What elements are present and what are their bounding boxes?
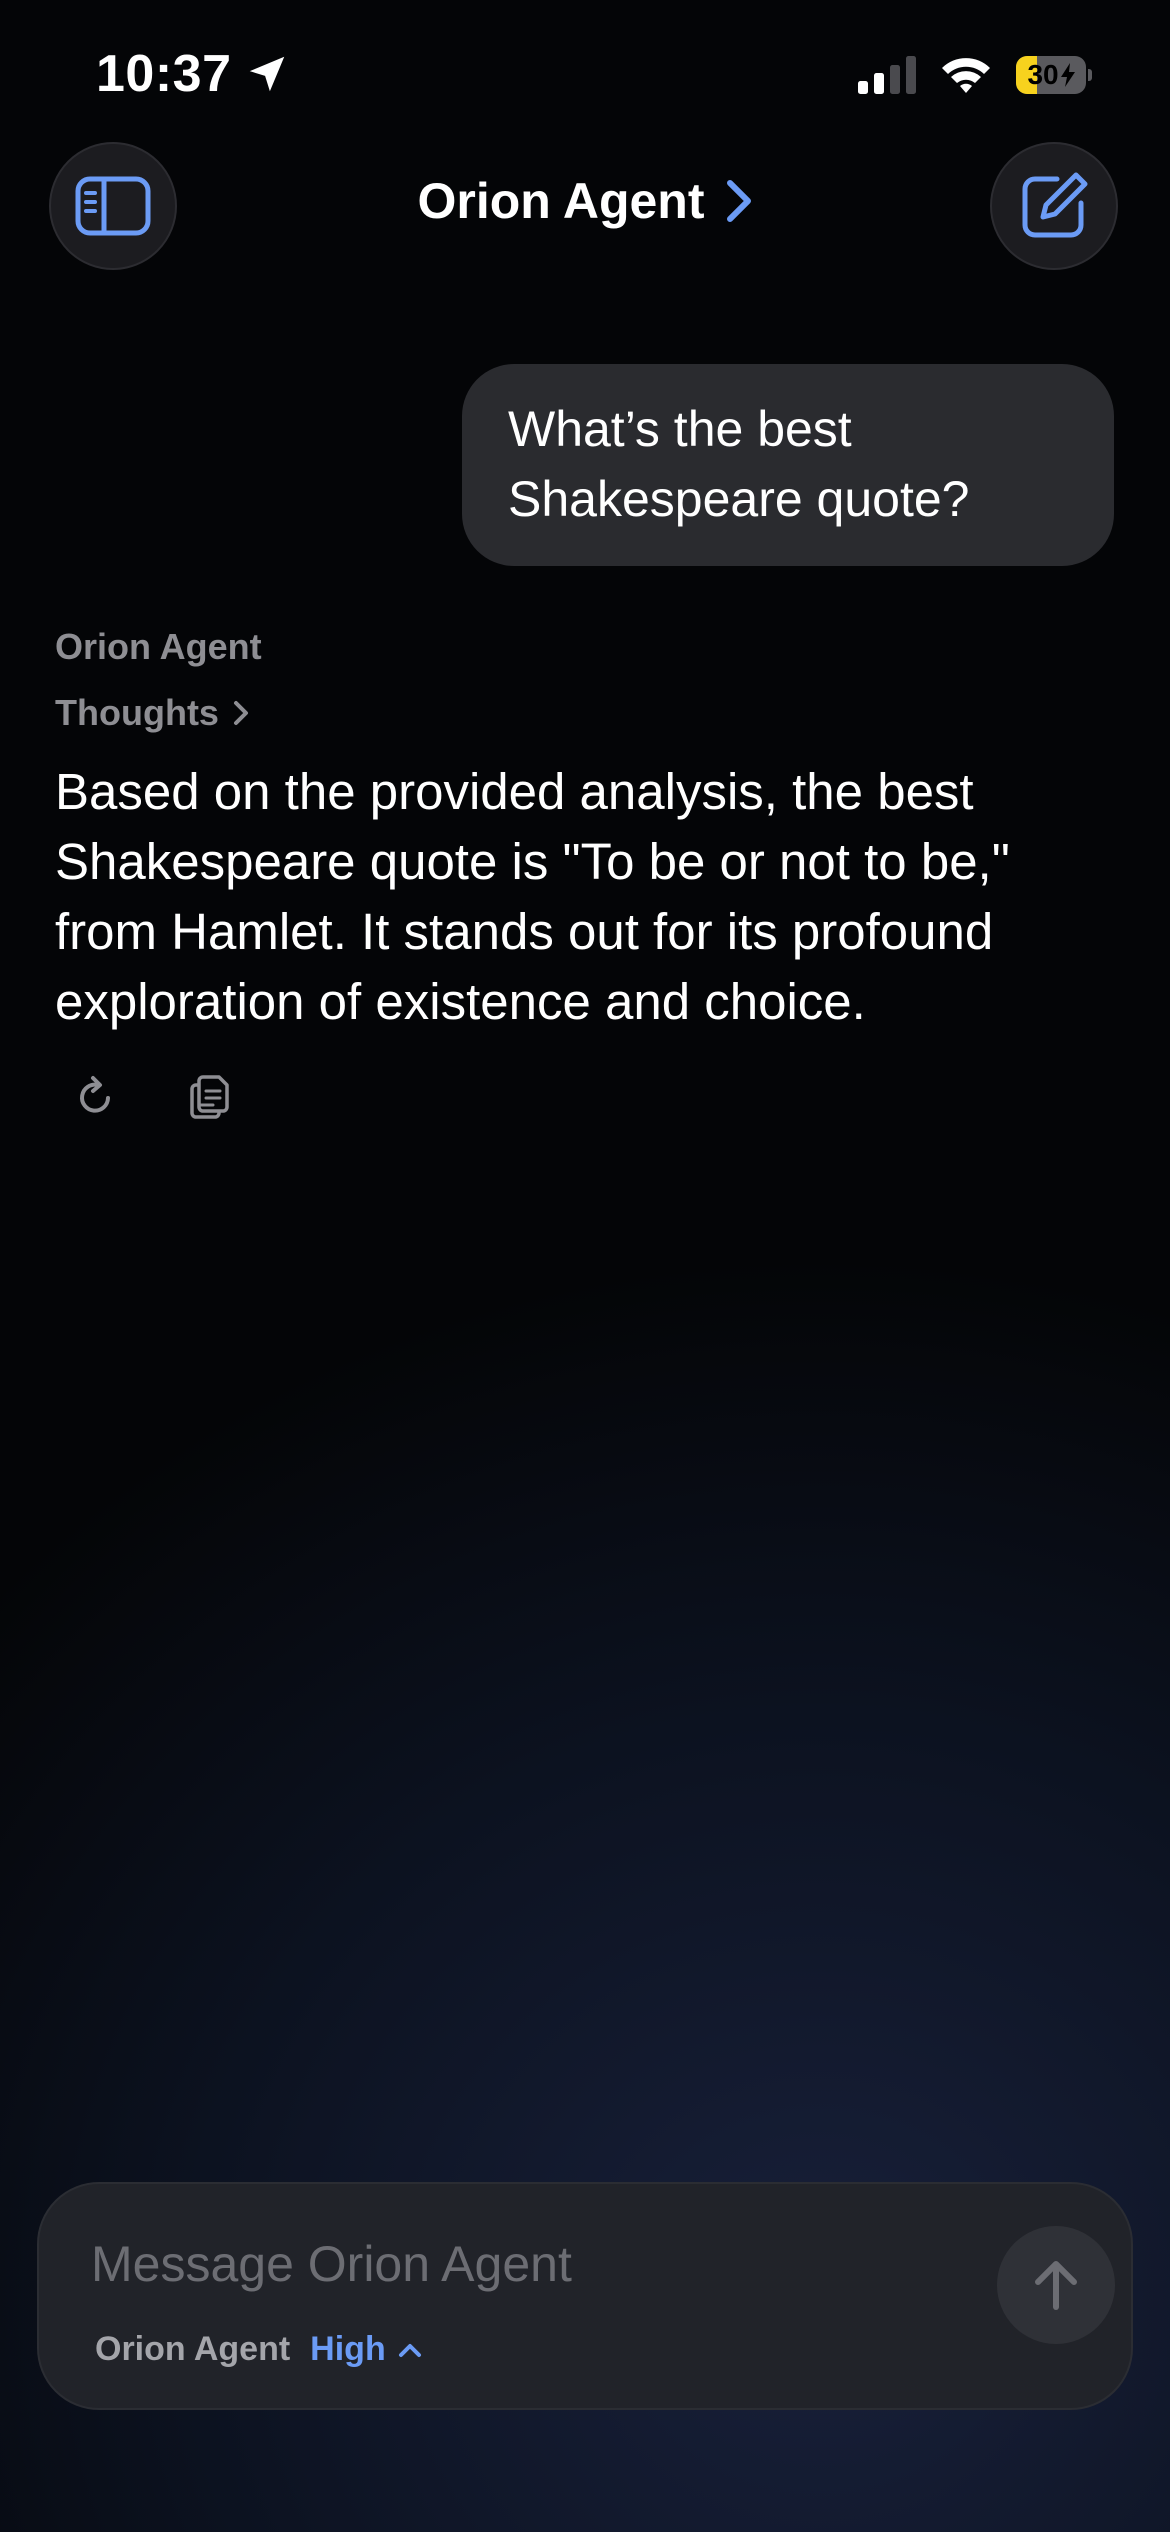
model-selector[interactable]: Orion Agent High <box>95 2330 422 2369</box>
status-time-text: 10:37 <box>96 45 232 103</box>
regenerate-button[interactable] <box>72 1068 120 1124</box>
cellular-signal-icon <box>858 56 916 94</box>
effort-level-selector[interactable]: High <box>310 2330 422 2369</box>
status-bar: 10:37 30 <box>0 0 1170 150</box>
chevron-right-icon <box>726 180 751 222</box>
chevron-right-icon <box>233 701 248 725</box>
effort-level-label: High <box>310 2330 386 2368</box>
charging-bolt-icon <box>1060 63 1075 87</box>
send-button[interactable] <box>997 2226 1115 2344</box>
thoughts-label: Thoughts <box>55 692 219 733</box>
new-chat-button[interactable] <box>990 142 1118 270</box>
arrow-up-icon <box>1035 2261 1077 2310</box>
message-composer: Orion Agent High <box>37 2182 1133 2410</box>
battery-percent: 30 <box>1027 59 1059 90</box>
message-input[interactable] <box>91 2224 961 2304</box>
thoughts-toggle[interactable]: Thoughts <box>55 692 249 734</box>
model-name-label: Orion Agent <box>95 2330 291 2368</box>
battery-indicator: 30 <box>1016 56 1092 94</box>
status-indicators: 30 <box>858 56 1092 94</box>
refresh-icon <box>80 1076 110 1113</box>
page-title: Orion Agent <box>417 173 705 229</box>
agent-response-text: Based on the provided analysis, the best… <box>55 763 1010 1030</box>
location-arrow-icon <box>249 56 284 92</box>
message-actions <box>72 1068 234 1124</box>
wifi-icon <box>942 58 990 93</box>
user-message-bubble: What’s the best Shakespeare quote? <box>462 364 1114 566</box>
copy-button[interactable] <box>186 1068 234 1124</box>
agent-name-label: Orion Agent <box>55 626 262 667</box>
status-time: 10:37 <box>96 44 290 104</box>
copy-icon <box>190 1075 229 1119</box>
compose-icon <box>1022 172 1088 238</box>
chevron-up-icon <box>398 2343 421 2357</box>
